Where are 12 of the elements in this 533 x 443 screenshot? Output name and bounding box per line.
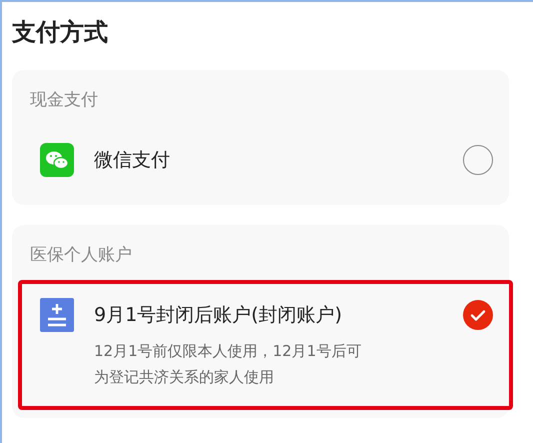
section-label: 医保个人账户 <box>29 244 133 267</box>
option-description: 12月1号前仅限本人使用，12月1号后可 为登记共济关系的家人使用 <box>94 341 362 388</box>
payment-option[interactable]: 9月1号封闭后账户(封闭账户) 12月1号前仅限本人使用，12月1号后可 为登记共济关系的家人使用 <box>18 280 513 410</box>
radio-button[interactable] <box>463 145 493 175</box>
option-name: 微信支付 <box>94 148 171 173</box>
chat-bubbles-icon <box>40 143 74 177</box>
checked-radio-icon[interactable] <box>463 300 493 330</box>
section-label: 现金支付 <box>29 89 99 112</box>
option-name: 9月1号封闭后账户(封闭账户) <box>94 303 344 328</box>
payment-option[interactable]: 微信支付 <box>18 125 513 197</box>
page-title: 支付方式 <box>12 17 109 48</box>
plus-equals-icon <box>40 298 74 332</box>
